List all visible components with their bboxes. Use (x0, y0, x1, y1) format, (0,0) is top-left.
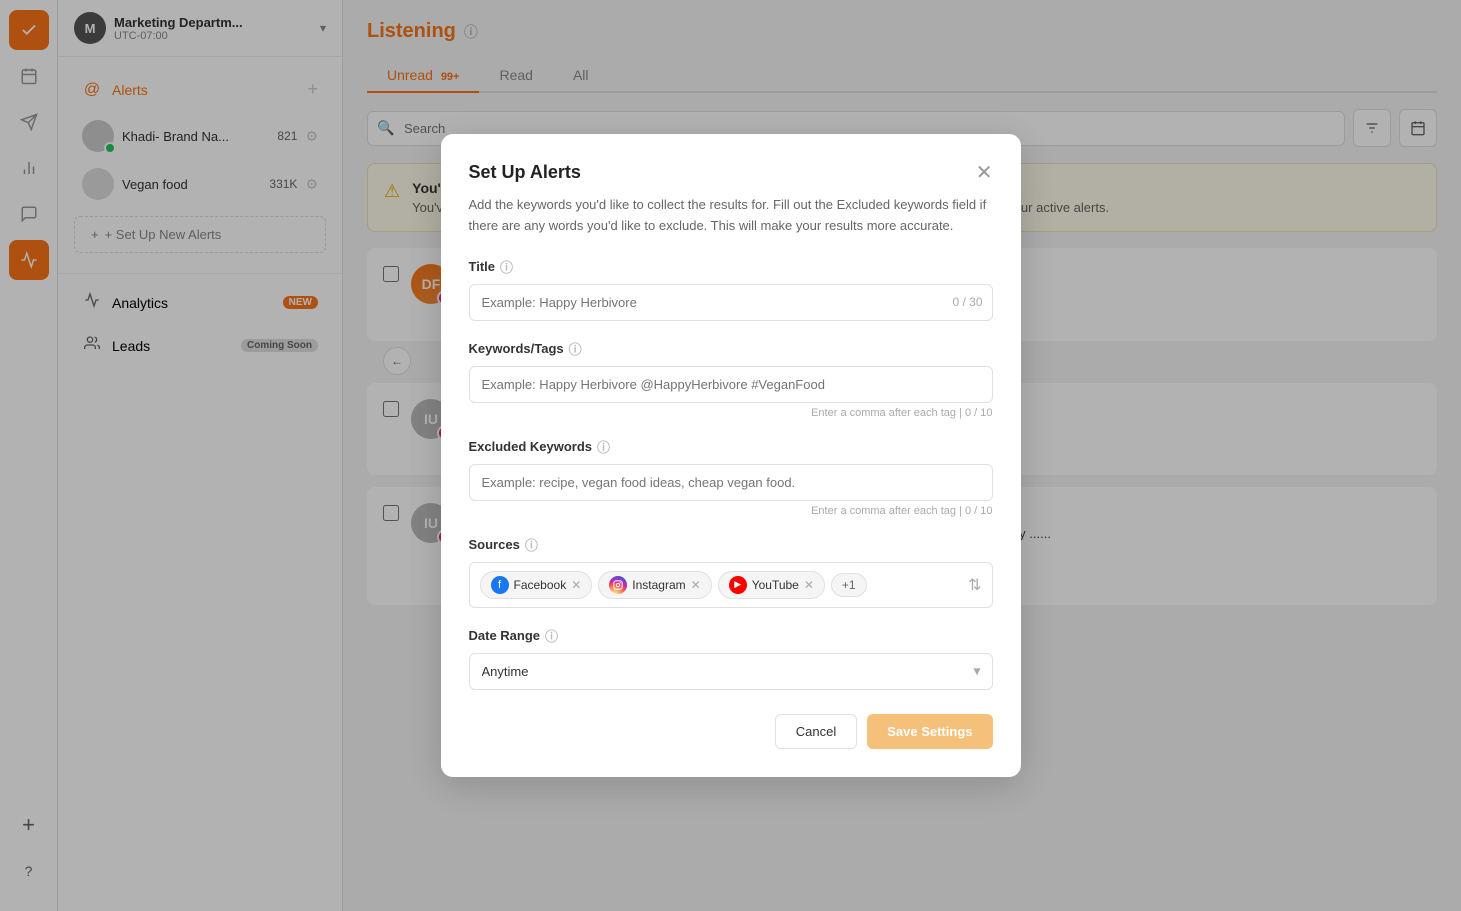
date-range-field-label: Date Range ⓘ (469, 626, 993, 645)
title-input-wrap: 0 / 30 (469, 284, 993, 321)
excluded-field-label: Excluded Keywords ⓘ (469, 437, 993, 456)
modal-sources-field: Sources ⓘ f Facebook ✕ Instagram ✕ (469, 535, 993, 608)
title-counter: 0 / 30 (952, 295, 982, 309)
source-chip-youtube[interactable]: ▶ YouTube ✕ (718, 571, 825, 599)
modal-title-field: Title ⓘ 0 / 30 (469, 257, 993, 321)
sources-expand-icon[interactable]: ⇅ (968, 575, 981, 595)
setup-alerts-modal: Set Up Alerts ✕ Add the keywords you'd l… (441, 134, 1021, 777)
instagram-remove-icon[interactable]: ✕ (691, 578, 701, 592)
cancel-button[interactable]: Cancel (775, 714, 857, 749)
youtube-icon: ▶ (729, 576, 747, 594)
excluded-hint: Enter a comma after each tag | 0 / 10 (469, 505, 993, 517)
youtube-remove-icon[interactable]: ✕ (804, 578, 814, 592)
title-field-label: Title ⓘ (469, 257, 993, 276)
modal-excluded-field: Excluded Keywords ⓘ Enter a comma after … (469, 437, 993, 517)
keywords-hint: Enter a comma after each tag | 0 / 10 (469, 407, 993, 419)
modal-keywords-field: Keywords/Tags ⓘ Enter a comma after each… (469, 339, 993, 419)
instagram-icon (609, 576, 627, 594)
keywords-info-icon[interactable]: ⓘ (569, 339, 582, 358)
save-settings-button[interactable]: Save Settings (867, 714, 992, 749)
source-chip-instagram[interactable]: Instagram ✕ (598, 571, 711, 599)
facebook-remove-icon[interactable]: ✕ (571, 578, 581, 592)
modal-header: Set Up Alerts ✕ (469, 162, 993, 183)
source-chip-facebook[interactable]: f Facebook ✕ (480, 571, 593, 599)
modal-close-button[interactable]: ✕ (976, 163, 993, 183)
keywords-field-label: Keywords/Tags ⓘ (469, 339, 993, 358)
title-info-icon[interactable]: ⓘ (500, 257, 513, 276)
sources-field-label: Sources ⓘ (469, 535, 993, 554)
modal-footer: Cancel Save Settings (469, 714, 993, 749)
modal-backdrop: Set Up Alerts ✕ Add the keywords you'd l… (0, 0, 1461, 911)
modal-date-range-field: Date Range ⓘ Anytime Today This Week Thi… (469, 626, 993, 690)
facebook-icon: f (491, 576, 509, 594)
source-plus-chip[interactable]: +1 (831, 573, 867, 597)
title-input[interactable] (469, 284, 993, 321)
excluded-info-icon[interactable]: ⓘ (597, 437, 610, 456)
modal-title: Set Up Alerts (469, 162, 581, 183)
date-range-info-icon[interactable]: ⓘ (545, 626, 558, 645)
excluded-input[interactable] (469, 464, 993, 501)
date-select-wrap: Anytime Today This Week This Month ▾ (469, 653, 993, 690)
modal-description: Add the keywords you'd like to collect t… (469, 195, 993, 237)
sources-wrap[interactable]: f Facebook ✕ Instagram ✕ ▶ YouTube ✕ (469, 562, 993, 608)
sources-info-icon[interactable]: ⓘ (525, 535, 538, 554)
date-range-select[interactable]: Anytime Today This Week This Month (469, 653, 993, 690)
keywords-input[interactable] (469, 366, 993, 403)
